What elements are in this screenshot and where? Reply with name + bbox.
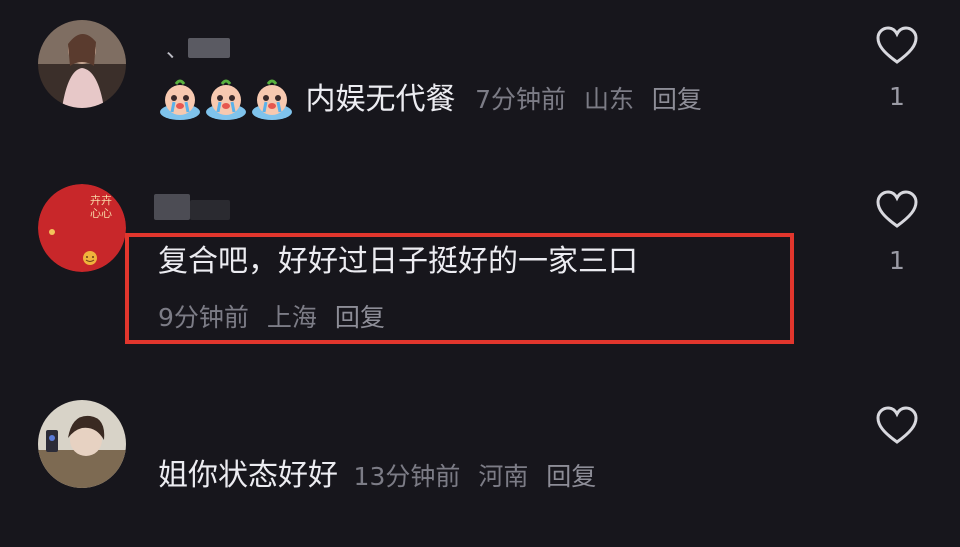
crying-emoji-icon xyxy=(252,79,292,120)
username-text: 、 xyxy=(166,38,189,63)
username[interactable] xyxy=(154,194,234,220)
comment-meta: 13分钟前 河南 回复 xyxy=(354,462,607,491)
emoji-group xyxy=(158,79,306,120)
heart-icon[interactable] xyxy=(875,190,919,230)
avatar-photo-icon xyxy=(38,400,126,488)
username-redacted-block xyxy=(154,194,190,220)
comment-text: 姐你状态好好 xyxy=(158,458,338,493)
comment-location: 河南 xyxy=(478,462,529,491)
avatar[interactable]: 卉卉心心 xyxy=(38,184,126,272)
heart-icon[interactable] xyxy=(875,26,919,66)
like-control[interactable]: 1 xyxy=(875,190,919,275)
comment-item-3: 姐你状态好好 13分钟前 河南 回复 xyxy=(0,370,960,547)
comment-text: 内娱无代餐 xyxy=(305,82,456,117)
crying-emoji-icon xyxy=(206,79,246,120)
like-control[interactable]: 1 xyxy=(875,26,919,111)
reply-button[interactable]: 回复 xyxy=(546,462,596,491)
username[interactable]: 、 xyxy=(166,38,236,63)
comment-time: 7分钟前 xyxy=(475,85,566,114)
crying-emoji-icon xyxy=(160,79,200,120)
avatar[interactable] xyxy=(38,400,126,488)
comment-time: 13分钟前 xyxy=(353,462,461,491)
highlight-box xyxy=(125,233,794,344)
username-redacted-block xyxy=(188,38,230,58)
comment-text-row: 姐你状态好好 13分钟前 河南 回复 xyxy=(158,456,606,497)
comment-meta: 7分钟前 山东 回复 xyxy=(475,85,712,114)
username-redacted-block xyxy=(190,200,230,220)
heart-icon[interactable] xyxy=(875,406,919,446)
comment-location: 山东 xyxy=(583,85,634,114)
like-control[interactable] xyxy=(875,406,919,462)
comment-item-1: 、 内娱无代餐 7分钟前 山东 回复 1 xyxy=(0,0,960,170)
reply-button[interactable]: 回复 xyxy=(652,85,702,114)
avatar-photo-icon xyxy=(38,20,126,108)
avatar-text: 卉卉心心 xyxy=(90,194,112,220)
avatar[interactable] xyxy=(38,20,126,108)
like-count: 1 xyxy=(889,246,905,275)
comment-text-row: 内娱无代餐 7分钟前 山东 回复 xyxy=(158,78,712,122)
like-count: 1 xyxy=(889,82,905,111)
